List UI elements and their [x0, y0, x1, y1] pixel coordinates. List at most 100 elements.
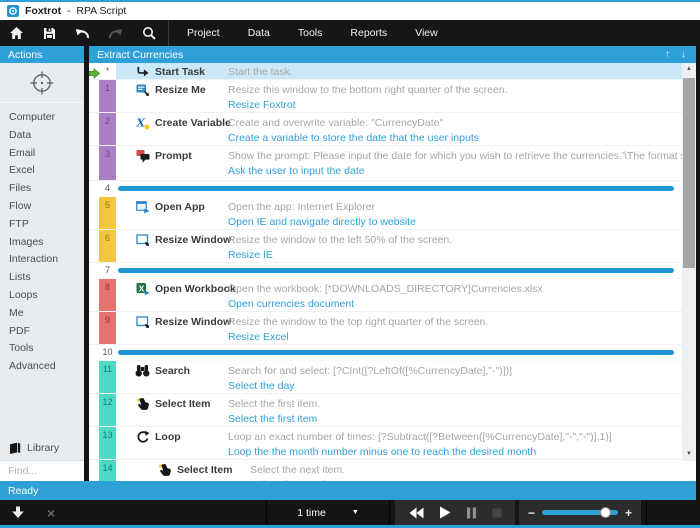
status-text: Ready — [8, 485, 38, 497]
sidebar-item-flow[interactable]: Flow — [9, 198, 84, 216]
script-row-open-workbook[interactable]: 8 X Open Workbook Open the workbook: [*D… — [89, 279, 682, 312]
action-cell: X Open Workbook — [116, 279, 228, 311]
row-number: 8 — [99, 279, 116, 311]
pause-button[interactable] — [466, 507, 477, 519]
row-number: 14 — [99, 460, 116, 481]
action-cell: Resize Me — [116, 80, 228, 112]
description-cell: Resize the window to the top right quart… — [228, 312, 682, 344]
menu-reports[interactable]: Reports — [336, 20, 401, 46]
sidebar-item-pdf[interactable]: PDF — [9, 323, 84, 341]
playback-controls — [395, 500, 515, 525]
sidebar-item-advanced[interactable]: Advanced — [9, 358, 84, 376]
action-annotation-link[interactable]: Loop the the month number minus one to r… — [228, 445, 682, 460]
move-down-icon[interactable]: ↓ — [681, 49, 686, 60]
move-up-icon[interactable]: ↑ — [665, 49, 670, 60]
action-description: Resize this window to the bottom right q… — [228, 82, 682, 98]
script-row-search[interactable]: 11 Search Search for and select: [?CInt(… — [89, 361, 682, 394]
script-row-select-item[interactable]: 12 Select Item Select the first item. Se… — [89, 394, 682, 427]
script-divider-row[interactable]: 7 — [89, 263, 682, 279]
action-annotation-link[interactable]: Ask the user to input the date — [228, 164, 682, 179]
sidebar-item-computer[interactable]: Computer — [9, 109, 84, 127]
sidebar-item-files[interactable]: Files — [9, 180, 84, 198]
close-panel-icon[interactable]: × — [47, 506, 55, 520]
speed-decrease-button[interactable]: − — [528, 507, 535, 519]
action-annotation-link[interactable]: Select the day — [228, 379, 682, 394]
rewind-button[interactable] — [409, 507, 424, 519]
crosshair-target-icon[interactable] — [29, 70, 55, 96]
dock-down-button[interactable] — [11, 506, 25, 519]
scrollbar-track[interactable]: ▲ ▼ — [682, 63, 696, 461]
row-gutter — [89, 263, 99, 278]
script-row-prompt[interactable]: 3 Prompt Show the prompt: Please input t… — [89, 146, 682, 181]
sidebar-item-images[interactable]: Images — [9, 234, 84, 252]
action-description: Open the app: Internet Explorer — [228, 199, 682, 215]
action-name: Select Item — [155, 398, 210, 410]
row-gutter — [89, 80, 99, 112]
menu-view[interactable]: View — [401, 20, 452, 46]
action-annotation-link[interactable]: Resize Foxtrot — [228, 98, 682, 113]
action-description: Search for and select: [?CInt([?LeftOf([… — [228, 363, 682, 379]
action-annotation-link[interactable]: Open currencies document — [228, 297, 682, 312]
action-annotation-link[interactable]: Open IE and navigate directly to website — [228, 215, 682, 230]
action-description: Open the workbook: [*DOWNLOADS_DIRECTORY… — [228, 281, 682, 297]
resize-window-icon — [135, 233, 150, 247]
sidebar-item-tools[interactable]: Tools — [9, 340, 84, 358]
menu-project[interactable]: Project — [173, 20, 234, 46]
script-row-resize-window[interactable]: 6 Resize Window Resize the window to the… — [89, 230, 682, 263]
row-gutter — [89, 63, 99, 79]
open-workbook-icon: X — [135, 282, 150, 296]
action-annotation-link[interactable]: Create a variable to store the date that… — [228, 131, 682, 146]
run-times-label: 1 time — [297, 507, 326, 519]
sidebar-item-ftp[interactable]: FTP — [9, 216, 84, 234]
find-input[interactable] — [0, 460, 84, 481]
script-divider-row[interactable]: 4 — [89, 181, 682, 197]
app-logo-icon — [7, 5, 19, 17]
scroll-up-icon[interactable]: ▲ — [682, 63, 696, 76]
row-gutter — [89, 197, 99, 229]
description-cell: Select the first item. Select the first … — [228, 394, 682, 426]
stop-button[interactable] — [492, 508, 502, 518]
sidebar-item-excel[interactable]: Excel — [9, 162, 84, 180]
window-title: Foxtrot - RPA Script — [25, 5, 126, 17]
sidebar-item-loops[interactable]: Loops — [9, 287, 84, 305]
script-row-select-item-nested[interactable]: 14 Select Item Select the next item. Sel… — [89, 460, 682, 481]
svg-text:X: X — [138, 283, 144, 293]
save-button[interactable] — [33, 20, 66, 46]
script-row-start-task[interactable]: * Start Task Start the task. — [89, 63, 682, 80]
action-annotation-link[interactable]: Resize Excel — [228, 330, 682, 345]
sidebar-item-me[interactable]: Me — [9, 305, 84, 323]
sidebar-item-lists[interactable]: Lists — [9, 269, 84, 287]
undo-button[interactable] — [66, 20, 99, 46]
speed-increase-button[interactable]: + — [625, 507, 632, 519]
titlebar: Foxtrot - RPA Script — [0, 2, 700, 20]
select-item-hand-icon — [157, 463, 172, 477]
sidebar-item-email[interactable]: Email — [9, 145, 84, 163]
action-annotation-link[interactable]: Select the first item — [228, 412, 682, 427]
row-number: 12 — [99, 394, 116, 426]
menu-tools[interactable]: Tools — [284, 20, 337, 46]
menu-data[interactable]: Data — [234, 20, 284, 46]
scroll-thumb[interactable] — [683, 78, 695, 268]
script-row-resize-window[interactable]: 9 Resize Window Resize the window to the… — [89, 312, 682, 345]
redo-button[interactable] — [99, 20, 132, 46]
run-times-dropdown[interactable]: 1 time ▼ — [267, 500, 389, 525]
row-gutter — [89, 230, 99, 262]
target-selector-area[interactable] — [0, 63, 84, 103]
home-button[interactable] — [0, 20, 33, 46]
library-button[interactable]: Library — [0, 439, 84, 457]
script-row-create-variable[interactable]: 2 X Create Variable Create and overwrite… — [89, 113, 682, 146]
redo-icon — [108, 27, 123, 40]
speed-slider-knob[interactable] — [600, 507, 611, 518]
scroll-down-icon[interactable]: ▼ — [682, 450, 696, 458]
search-button[interactable] — [132, 20, 165, 46]
speed-slider[interactable] — [542, 510, 618, 515]
script-row-resize-me[interactable]: 1 Resize Me Resize this window to the bo… — [89, 80, 682, 113]
script-divider-row[interactable]: 10 — [89, 345, 682, 361]
play-button[interactable] — [439, 506, 451, 519]
divider-cell — [116, 263, 682, 278]
script-row-open-app[interactable]: 5 Open App Open the app: Internet Explor… — [89, 197, 682, 230]
sidebar-item-interaction[interactable]: Interaction — [9, 251, 84, 269]
script-row-loop[interactable]: 13 Loop Loop an exact number of times: [… — [89, 427, 682, 460]
action-annotation-link[interactable]: Resize IE — [228, 248, 682, 263]
sidebar-item-data[interactable]: Data — [9, 127, 84, 145]
